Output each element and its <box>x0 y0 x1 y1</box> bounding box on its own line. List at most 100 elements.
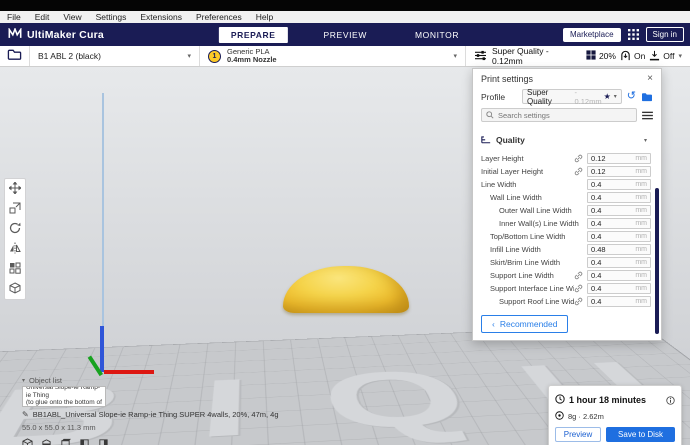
panel-scrollbar[interactable] <box>655 188 659 334</box>
mirror-icon <box>9 242 21 257</box>
printer-name: B1 ABL 2 (black) <box>38 51 101 61</box>
search-row <box>473 108 661 127</box>
header-right: Marketplace Sign in <box>562 23 684 46</box>
tab-prepare[interactable]: PREPARE <box>218 26 288 43</box>
menu-item-help[interactable]: Help <box>256 12 273 22</box>
menu-item-view[interactable]: View <box>63 12 81 22</box>
selected-object-name: BB1ABL_Universal Slope-ie Ramp-ie Thing … <box>32 410 279 419</box>
move-tool-button[interactable] <box>5 179 25 199</box>
setting-row-skirt-brim-line-width[interactable]: Skirt/Brim Line Width 0.4 mm <box>473 256 661 269</box>
setting-value: 0.4 <box>591 219 602 228</box>
settings-menu-icon[interactable] <box>642 111 653 120</box>
top-view-button[interactable] <box>60 437 71 445</box>
setting-value-field[interactable]: 0.4 mm <box>587 270 651 281</box>
setting-row-line-width[interactable]: Line Width 0.4 mm <box>473 178 661 191</box>
setting-row-inner-wall-s-line-width[interactable]: Inner Wall(s) Line Width 0.4 mm <box>473 217 661 230</box>
material-info: Generic PLA 0.4mm Nozzle <box>227 47 277 65</box>
search-input[interactable] <box>498 110 632 120</box>
sign-in-button[interactable]: Sign in <box>645 27 684 42</box>
open-file-button[interactable] <box>0 46 30 66</box>
setting-unit: mm <box>635 272 647 279</box>
print-settings-panel: Print settings × Profile Super Quality -… <box>472 68 662 341</box>
object-list-toggle[interactable]: ▾ Object list <box>22 376 279 385</box>
search-box[interactable] <box>481 108 637 122</box>
profile-row: Profile Super Quality - 0.12mm ★ ▾ ↺ <box>473 88 661 108</box>
setting-row-support-roof-line-width[interactable]: Support Roof Line Width 0.4 mm <box>473 295 661 308</box>
setting-label: Support Line Width <box>490 271 554 280</box>
setting-value-field[interactable]: 0.4 mm <box>587 218 651 229</box>
menu-item-extensions[interactable]: Extensions <box>140 12 182 22</box>
setting-row-top-bottom-line-width[interactable]: Top/Bottom Line Width 0.4 mm <box>473 230 661 243</box>
setting-value-field[interactable]: 0.4 mm <box>587 192 651 203</box>
setting-value-field[interactable]: 0.4 mm <box>587 179 651 190</box>
support-icon <box>620 50 631 63</box>
setting-row-outer-wall-line-width[interactable]: Outer Wall Line Width 0.4 mm <box>473 204 661 217</box>
3d-view-button[interactable] <box>22 437 33 445</box>
tooltip-line: (to glue onto the bottom of the <box>26 399 102 407</box>
menu-item-preferences[interactable]: Preferences <box>196 12 242 22</box>
apps-grid-icon[interactable] <box>627 29 639 40</box>
3d-view-icon <box>22 437 33 445</box>
chevron-down-icon: ▾ <box>453 53 457 60</box>
setting-value: 0.4 <box>591 297 602 306</box>
setting-row-infill-line-width[interactable]: Infill Line Width 0.48 mm <box>473 243 661 256</box>
front-view-button[interactable] <box>41 437 52 445</box>
preview-button[interactable]: Preview <box>555 427 601 442</box>
setting-row-support-interface-line-width[interactable]: Support Interface Line Width 0.4 mm <box>473 282 661 295</box>
quality-section-icon <box>481 131 491 149</box>
material-selector[interactable]: 1 Generic PLA 0.4mm Nozzle ▾ <box>200 46 466 66</box>
left-view-button[interactable] <box>79 437 90 445</box>
ultimaker-logo-icon <box>8 26 22 44</box>
selected-object-row[interactable]: ✎ BB1ABL_Universal Slope-ie Ramp-ie Thin… <box>22 410 279 419</box>
support-blocker-tool-button[interactable] <box>5 279 25 299</box>
printer-selector[interactable]: B1 ABL 2 (black) ▾ <box>30 46 200 66</box>
profile-dropdown[interactable]: Super Quality - 0.12mm ★ ▾ <box>522 88 622 106</box>
support-blocker-icon <box>9 281 21 297</box>
setting-value-field[interactable]: 0.48 mm <box>587 244 651 255</box>
save-profile-icon[interactable] <box>641 92 653 102</box>
setting-unit: mm <box>635 259 647 266</box>
link-icon <box>574 284 583 293</box>
print-settings-summary[interactable]: Super Quality - 0.12mm 20% On Off ▾ <box>466 46 690 66</box>
scale-tool-button[interactable] <box>5 199 25 219</box>
marketplace-button[interactable]: Marketplace <box>562 27 621 42</box>
menu-item-file[interactable]: File <box>7 12 21 22</box>
search-icon <box>486 106 494 124</box>
model-dome[interactable] <box>283 266 409 313</box>
application-header: UltiMaker Cura PREPARE PREVIEW MONITOR Mar… <box>0 23 690 46</box>
tab-monitor[interactable]: MONITOR <box>403 27 471 43</box>
section-quality[interactable]: Quality ▾ <box>473 127 661 152</box>
info-icon[interactable] <box>666 395 675 405</box>
rotate-tool-button[interactable] <box>5 219 25 239</box>
chevron-down-icon: ▾ <box>643 137 647 144</box>
setting-value-field[interactable]: 0.4 mm <box>587 283 651 294</box>
right-view-button[interactable] <box>98 437 109 445</box>
save-to-disk-button[interactable]: Save to Disk <box>606 427 675 442</box>
per-model-settings-tool-button[interactable] <box>5 259 25 279</box>
menu-item-settings[interactable]: Settings <box>96 12 127 22</box>
mirror-tool-button[interactable] <box>5 239 25 259</box>
setting-row-layer-height[interactable]: Layer Height 0.12 mm <box>473 152 661 165</box>
setting-value: 0.4 <box>591 271 602 280</box>
setting-row-support-line-width[interactable]: Support Line Width 0.4 mm <box>473 269 661 282</box>
setting-value-field[interactable]: 0.4 mm <box>587 296 651 307</box>
menu-item-edit[interactable]: Edit <box>35 12 50 22</box>
close-icon[interactable]: × <box>647 74 653 84</box>
reset-profile-icon[interactable]: ↺ <box>627 91 636 102</box>
per-model-settings-icon <box>9 262 21 277</box>
setting-value: 0.4 <box>591 206 602 215</box>
tab-preview[interactable]: PREVIEW <box>312 27 379 43</box>
tooltip-line: Universal Slope-ie Ramp-ie Thing <box>26 386 101 399</box>
setting-row-wall-line-width[interactable]: Wall Line Width 0.4 mm <box>473 191 661 204</box>
profile-label: Profile <box>481 91 506 102</box>
setting-value-field[interactable]: 0.12 mm <box>587 166 651 177</box>
setting-label: Layer Height <box>481 154 524 163</box>
setting-value-field[interactable]: 0.12 mm <box>587 153 651 164</box>
setting-value-field[interactable]: 0.4 mm <box>587 257 651 268</box>
setting-row-initial-layer-height[interactable]: Initial Layer Height 0.12 mm <box>473 165 661 178</box>
setting-value-field[interactable]: 0.4 mm <box>587 205 651 216</box>
setting-value-field[interactable]: 0.4 mm <box>587 231 651 242</box>
extruder-badge: 1 <box>208 49 221 63</box>
recommended-button[interactable]: ‹ Recommended <box>481 315 569 333</box>
edit-name-icon[interactable]: ✎ <box>22 410 29 419</box>
